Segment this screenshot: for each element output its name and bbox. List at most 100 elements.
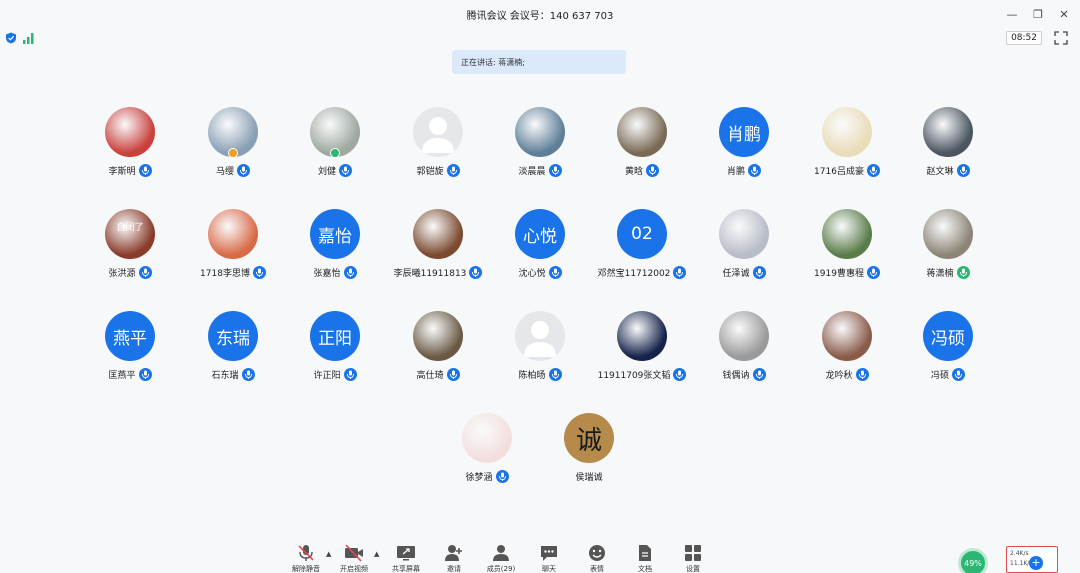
mic-icon bbox=[952, 367, 965, 381]
participant-name: 赵文琳 bbox=[926, 166, 954, 177]
document-icon bbox=[639, 545, 651, 561]
participant-tile[interactable]: 东瑞 石东瑞 bbox=[183, 311, 283, 391]
participant-name: 张洪源 bbox=[108, 268, 136, 279]
members-button[interactable]: 成员(29) bbox=[481, 544, 521, 573]
avatar bbox=[208, 107, 258, 157]
participant-name: 李辰曦11911813 bbox=[393, 268, 467, 279]
participant-tile[interactable]: 蒋潇楠 bbox=[898, 209, 998, 289]
participant-tile[interactable]: 诚侯瑞诚 bbox=[539, 413, 639, 493]
mic-icon bbox=[548, 367, 562, 381]
mic-icon bbox=[241, 367, 255, 381]
mic-icon bbox=[752, 367, 766, 381]
participant-tile[interactable]: 赵文琳 bbox=[898, 107, 998, 187]
participant-name: 张嘉怡 bbox=[313, 268, 341, 279]
avatar bbox=[719, 209, 769, 259]
participant-tile[interactable]: 冯硕 冯硕 bbox=[898, 311, 998, 391]
participant-tile[interactable]: 自闭了 张洪源 bbox=[80, 209, 180, 289]
participant-name: 1718李思博 bbox=[200, 268, 250, 279]
avatar-initials: 嘉怡 bbox=[318, 226, 352, 247]
avatar bbox=[617, 311, 667, 361]
mic-icon bbox=[343, 265, 357, 279]
participant-name: 李斯明 bbox=[108, 166, 136, 177]
participant-name: 匡燕平 bbox=[108, 370, 136, 381]
settings-grid-icon bbox=[685, 545, 701, 561]
mic-icon bbox=[237, 163, 250, 177]
participant-tile[interactable]: 龙吟秋 bbox=[797, 311, 897, 391]
share-screen-button[interactable]: 共享屏幕 bbox=[386, 544, 426, 573]
mic-icon bbox=[548, 265, 562, 279]
participant-tile[interactable]: 心悦 沈心悦 bbox=[490, 209, 590, 289]
mic-icon bbox=[138, 367, 152, 381]
mic-icon bbox=[446, 367, 460, 381]
participant-tile[interactable]: 淡晨晨 bbox=[490, 107, 590, 187]
participant-tile[interactable]: 02 邓然宝11712002 bbox=[592, 209, 692, 289]
participant-tile[interactable]: 郭铠旋 bbox=[388, 107, 488, 187]
participant-name: 黄晗 bbox=[624, 166, 643, 177]
meeting-toolbar: 解除静音 ▲ 开启视频 ▲ 共享屏幕 邀请 成员(29) 聊天 表情 文档 设置 bbox=[0, 540, 1080, 573]
participant-tile[interactable]: 肖鹏 肖鹏 bbox=[694, 107, 794, 187]
default-avatar-icon bbox=[413, 107, 463, 157]
mic-icon bbox=[866, 163, 880, 177]
mic-icon bbox=[339, 163, 352, 177]
participant-tile[interactable]: 马缨 bbox=[183, 107, 283, 187]
add-icon[interactable]: + bbox=[1029, 556, 1043, 570]
invite-button[interactable]: 邀请 bbox=[434, 544, 474, 573]
participant-tile[interactable]: 11911709张文韬 bbox=[592, 311, 692, 391]
participant-tile[interactable]: 徐梦涵 bbox=[437, 413, 537, 493]
meeting-window: 腾讯会议 会议号：140 637 703 — ❐ ✕ 08:52 正在讲话: 蒋… bbox=[0, 0, 1080, 573]
participant-tile[interactable]: 燕平匡燕平 bbox=[80, 311, 180, 391]
participant-name: 肖鹏 bbox=[726, 166, 745, 177]
participant-tile[interactable]: 1716吕成豪 bbox=[797, 107, 897, 187]
members-label: 成员(29) bbox=[486, 565, 516, 573]
participant-name: 侯瑞诚 bbox=[575, 472, 603, 483]
participant-tile[interactable]: 李辰曦11911813 bbox=[388, 209, 488, 289]
participant-name: 陈柏旸 bbox=[518, 370, 546, 381]
participant-tile[interactable]: 黄晗 bbox=[592, 107, 692, 187]
mic-icon bbox=[673, 367, 687, 381]
avatar-initials: 燕平 bbox=[113, 328, 147, 349]
participant-tile[interactable]: 李斯明 bbox=[80, 107, 180, 187]
avatar: 心悦 bbox=[515, 209, 565, 259]
mic-icon bbox=[752, 265, 766, 279]
avatar-initials: 肖鹏 bbox=[727, 124, 761, 145]
emoji-button[interactable]: 表情 bbox=[577, 544, 617, 573]
participant-tile[interactable]: 正阳 许正阳 bbox=[285, 311, 385, 391]
participant-tile[interactable]: 1919曹惠程 bbox=[797, 209, 897, 289]
avatar bbox=[923, 209, 973, 259]
avatar bbox=[105, 107, 155, 157]
avatar-initials: 正阳 bbox=[318, 328, 352, 349]
avatar bbox=[413, 311, 463, 361]
participant-tile[interactable]: 1718李思博 bbox=[183, 209, 283, 289]
avatar bbox=[822, 209, 872, 259]
add-user-icon bbox=[445, 545, 462, 561]
participant-tile[interactable]: 任泽诚 bbox=[694, 209, 794, 289]
video-options-icon[interactable]: ▲ bbox=[374, 550, 382, 558]
participant-name: 淡晨晨 bbox=[518, 166, 546, 177]
unmute-label: 解除静音 bbox=[292, 565, 320, 573]
avatar: 02 bbox=[617, 209, 667, 259]
participant-tile[interactable]: 嘉怡张嘉怡 bbox=[285, 209, 385, 289]
video-button[interactable]: 开启视频 bbox=[334, 544, 374, 573]
participant-tile[interactable]: 刘健 bbox=[285, 107, 385, 187]
avatar: 东瑞 bbox=[208, 311, 258, 361]
invite-label: 邀请 bbox=[447, 565, 461, 573]
mic-icon bbox=[343, 367, 357, 381]
participant-tile[interactable]: 陈柏旸 bbox=[490, 311, 590, 391]
camera-off-icon bbox=[345, 544, 363, 562]
members-icon bbox=[493, 545, 509, 561]
avatar: 燕平 bbox=[105, 311, 155, 361]
unmute-button[interactable]: 解除静音 bbox=[286, 544, 326, 573]
mic-options-icon[interactable]: ▲ bbox=[326, 550, 334, 558]
participant-name: 11911709张文韬 bbox=[597, 370, 671, 381]
participant-tile[interactable]: 钱偶讷 bbox=[694, 311, 794, 391]
mic-icon bbox=[748, 163, 761, 177]
mic-icon bbox=[956, 163, 970, 177]
network-quality-indicator[interactable]: 49% bbox=[958, 548, 988, 573]
chat-button[interactable]: 聊天 bbox=[529, 544, 569, 573]
participant-name: 邓然宝11712002 bbox=[597, 268, 671, 279]
avatar-initials: 02 bbox=[631, 224, 653, 244]
docs-button[interactable]: 文档 bbox=[625, 544, 665, 573]
video-label: 开启视频 bbox=[340, 565, 368, 573]
participant-tile[interactable]: 高仕琦 bbox=[388, 311, 488, 391]
settings-button[interactable]: 设置 bbox=[673, 544, 713, 573]
